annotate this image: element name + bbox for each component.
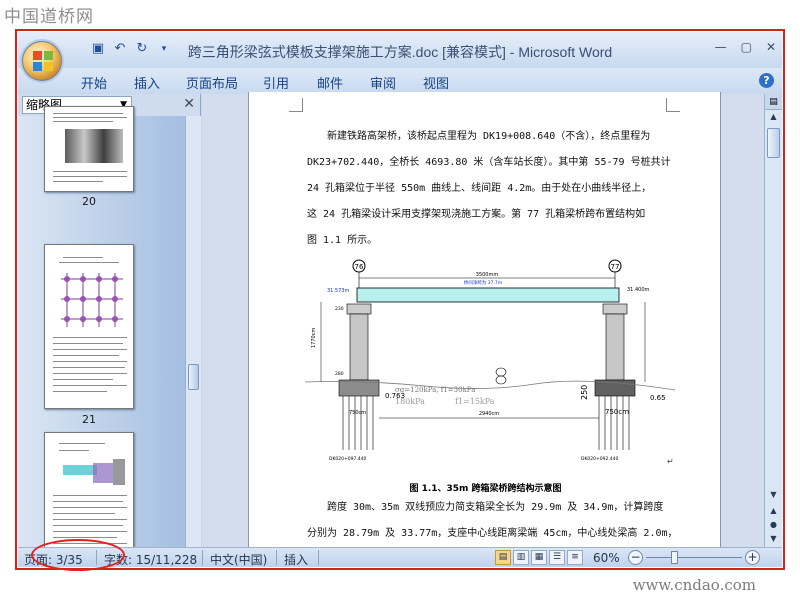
red-annotation-ellipse [31,539,125,571]
watermark-bottom: www.cndao.com [632,576,756,594]
red-highlight-frame [15,29,785,570]
office-button-icon[interactable] [22,41,62,81]
watermark-top: 中国道桥网 [4,7,94,27]
office-logo [33,51,53,71]
